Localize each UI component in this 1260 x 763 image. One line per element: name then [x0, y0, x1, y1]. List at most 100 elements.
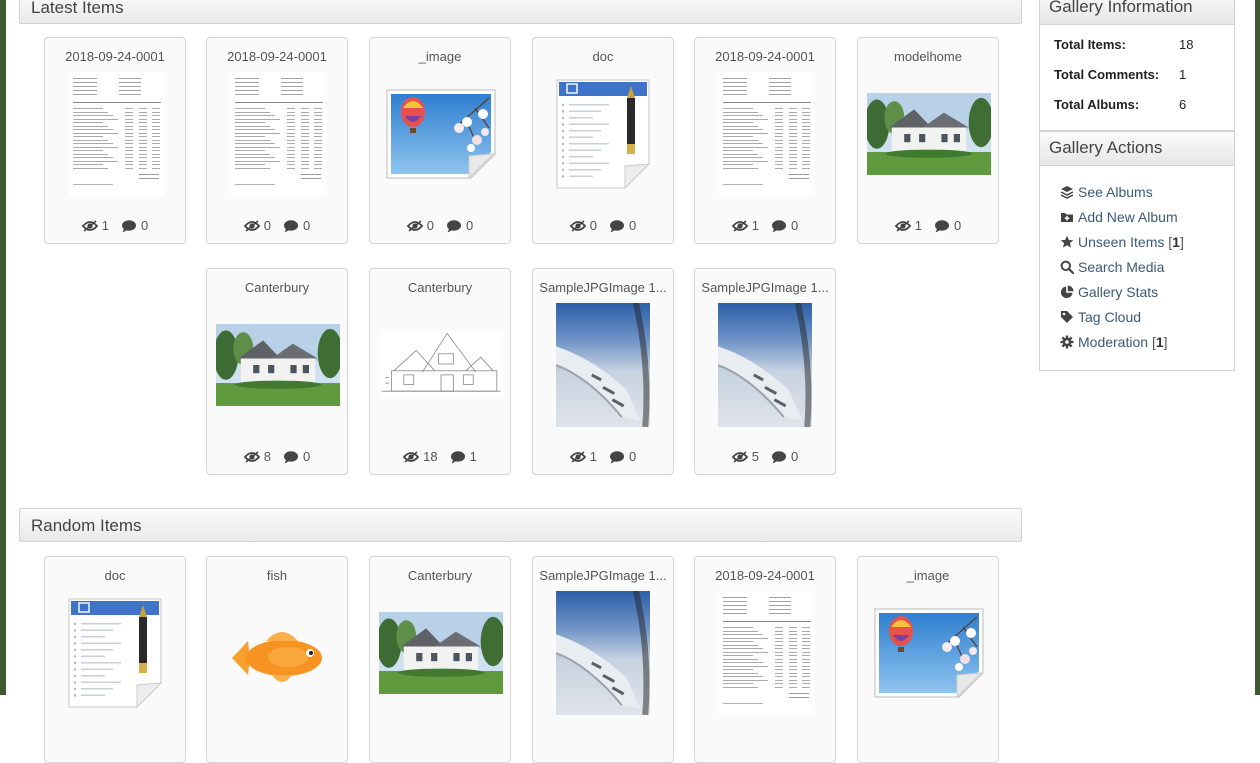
- text-document-icon[interactable]: [555, 78, 651, 190]
- airplane-wing-photo[interactable]: [556, 303, 650, 427]
- gallery-item-card[interactable]: 2018-09-24-0001: [694, 556, 836, 763]
- comment-count: 0: [791, 218, 799, 233]
- item-title[interactable]: Canterbury: [374, 568, 506, 583]
- item-title[interactable]: doc: [49, 568, 181, 583]
- view-count: 1: [914, 218, 922, 233]
- item-title[interactable]: 2018-09-24-0001: [49, 49, 181, 64]
- total-albums-row: Total Albums: 6: [1054, 97, 1186, 112]
- comment-icon: [935, 220, 949, 233]
- eye-icon: [894, 220, 911, 232]
- see-albums-link[interactable]: See Albums: [1060, 184, 1153, 200]
- view-count: 18: [423, 449, 438, 464]
- image-file-icon[interactable]: [873, 607, 985, 699]
- moderation-count-value: 1: [1155, 334, 1164, 350]
- eye-icon: [243, 451, 260, 463]
- item-stats: 50: [695, 449, 835, 465]
- gallery-item-card[interactable]: 2018-09-24-0001 0 0: [206, 37, 348, 244]
- item-title[interactable]: _image: [374, 49, 506, 64]
- text-document-icon[interactable]: [67, 597, 163, 709]
- add-new-album-label: Add New Album: [1078, 209, 1178, 225]
- eye-icon: [402, 451, 420, 463]
- document-thumbnail[interactable]: [231, 72, 327, 196]
- add-new-album-link[interactable]: Add New Album: [1060, 209, 1178, 225]
- see-albums-label: See Albums: [1078, 184, 1153, 200]
- eye-icon: [243, 220, 260, 232]
- item-title[interactable]: 2018-09-24-0001: [699, 568, 831, 583]
- unseen-items-link[interactable]: Unseen Items [1]: [1060, 234, 1184, 250]
- view-count: 1: [101, 218, 109, 233]
- house-photo[interactable]: [379, 612, 503, 694]
- view-count: 8: [263, 449, 271, 464]
- gallery-actions-panel: Gallery Actions See Albums Add New Album…: [1039, 131, 1235, 371]
- gallery-item-card[interactable]: SampleJPGImage 1...: [532, 556, 674, 763]
- gallery-item-card[interactable]: 2018-09-24-0001 1 0: [44, 37, 186, 244]
- gallery-actions-title: Gallery Actions: [1040, 132, 1234, 166]
- moderation-count: [1]: [1151, 334, 1168, 350]
- gallery-item-card[interactable]: SampleJPGImage 1... 10: [532, 268, 674, 475]
- gallery-stats-label: Gallery Stats: [1078, 284, 1159, 300]
- goldfish-image[interactable]: [226, 623, 330, 693]
- gallery-item-card[interactable]: 2018-09-24-0001 1 0: [694, 37, 836, 244]
- document-thumbnail[interactable]: [719, 591, 815, 715]
- item-title[interactable]: SampleJPGImage 1...: [699, 280, 831, 295]
- document-thumbnail[interactable]: [719, 72, 815, 196]
- airplane-wing-photo[interactable]: [556, 591, 650, 715]
- gallery-item-card[interactable]: doc: [44, 556, 186, 763]
- item-title[interactable]: 2018-09-24-0001: [211, 49, 343, 64]
- gallery-item-card[interactable]: modelhome 1 0: [857, 37, 999, 244]
- gallery-item-card[interactable]: doc 00: [532, 37, 674, 244]
- item-stats: 80: [207, 449, 347, 465]
- item-title[interactable]: modelhome: [862, 49, 994, 64]
- eye-icon: [731, 451, 748, 463]
- house-sketch[interactable]: [379, 330, 503, 398]
- total-albums-label: Total Albums:: [1054, 97, 1140, 112]
- item-title[interactable]: 2018-09-24-0001: [699, 49, 831, 64]
- search-icon: [1060, 260, 1075, 275]
- item-title[interactable]: Canterbury: [211, 280, 343, 295]
- unseen-items-count-value: 1: [1172, 234, 1180, 250]
- image-file-icon[interactable]: [385, 88, 497, 180]
- latest-items-header: Latest Items: [19, 0, 1022, 24]
- total-albums-value: 6: [1179, 97, 1187, 112]
- total-items-value: 18: [1179, 37, 1194, 52]
- total-comments-value: 1: [1179, 67, 1187, 82]
- house-photo[interactable]: [867, 93, 991, 175]
- search-media-link[interactable]: Search Media: [1060, 259, 1164, 275]
- item-title[interactable]: doc: [537, 49, 669, 64]
- item-stats: 00: [370, 218, 510, 234]
- eye-icon: [406, 220, 423, 232]
- comment-icon: [450, 451, 465, 464]
- gallery-stats-link[interactable]: Gallery Stats: [1060, 284, 1158, 300]
- item-title[interactable]: SampleJPGImage 1...: [537, 568, 669, 583]
- airplane-wing-photo[interactable]: [718, 303, 812, 427]
- comment-icon: [284, 451, 298, 464]
- comment-count: 0: [466, 218, 474, 233]
- document-thumbnail[interactable]: [69, 72, 165, 196]
- item-title[interactable]: _image: [862, 568, 994, 583]
- gallery-item-card[interactable]: fish: [206, 556, 348, 763]
- view-count: 1: [589, 449, 597, 464]
- item-stats: 10: [45, 218, 185, 234]
- gallery-item-card[interactable]: _image: [857, 556, 999, 763]
- folder-plus-icon: [1061, 213, 1073, 222]
- item-stats: 10: [695, 218, 835, 234]
- moderation-link[interactable]: Moderation [1]: [1060, 334, 1168, 350]
- house-photo[interactable]: [216, 324, 340, 406]
- gallery-item-card[interactable]: Canterbury 80: [206, 268, 348, 475]
- gallery-item-card[interactable]: Canterbury 18 1: [369, 268, 511, 475]
- gallery-information-title: Gallery Information: [1040, 0, 1234, 25]
- comment-count: 0: [954, 218, 962, 233]
- item-title[interactable]: SampleJPGImage 1...: [537, 280, 669, 295]
- gallery-item-card[interactable]: Canterbury: [369, 556, 511, 763]
- view-count: 0: [263, 218, 271, 233]
- item-title[interactable]: Canterbury: [374, 280, 506, 295]
- comment-count: 0: [303, 449, 311, 464]
- gallery-item-card[interactable]: SampleJPGImage 1... 50: [694, 268, 836, 475]
- tag-cloud-link[interactable]: Tag Cloud: [1060, 309, 1141, 325]
- eye-icon: [569, 220, 586, 232]
- comment-count: 1: [469, 449, 477, 464]
- random-items-header: Random Items: [19, 508, 1022, 542]
- moderation-label: Moderation: [1078, 334, 1149, 350]
- item-title[interactable]: fish: [211, 568, 343, 583]
- gallery-item-card[interactable]: _image 00: [369, 37, 511, 244]
